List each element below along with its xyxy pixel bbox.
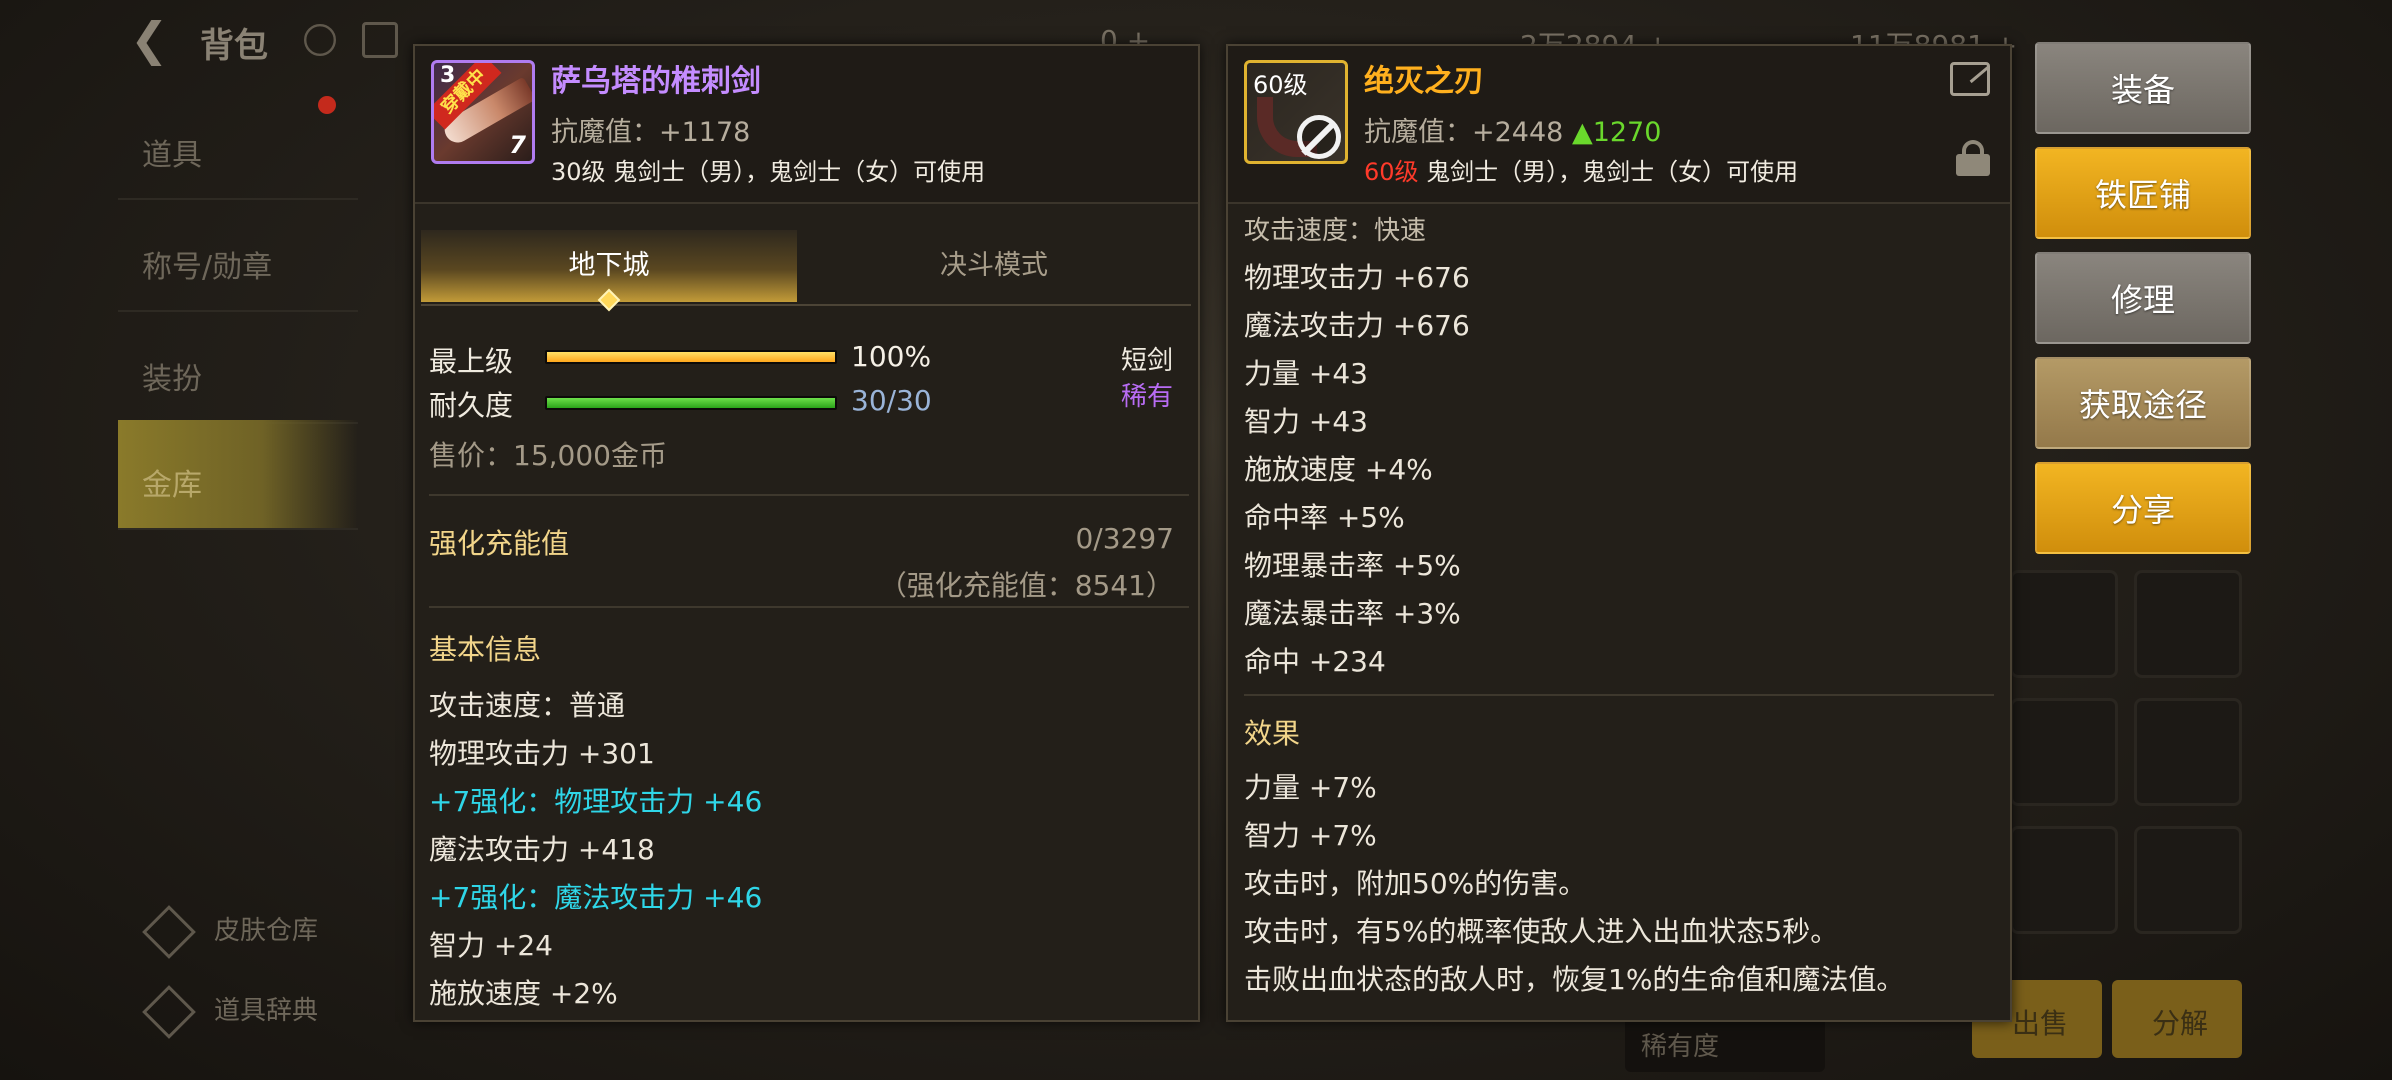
equip-button[interactable]: 装备	[2035, 42, 2251, 134]
stat-line: 物理攻击力 +676	[1244, 261, 1470, 294]
equipped-item-tooltip: 3 穿戴中 7 萨乌塔的椎刺剑 抗魔值：+1178 30级 鬼剑士（男），鬼剑士…	[413, 44, 1200, 1022]
effect-line: 智力 +7%	[1244, 819, 1377, 852]
item-header: 3 穿戴中 7 萨乌塔的椎刺剑 抗魔值：+1178 30级 鬼剑士（男），鬼剑士…	[415, 46, 1198, 204]
stat-line: 物理攻击力 +301	[429, 737, 655, 770]
tab-indicator-icon	[597, 288, 621, 312]
inventory-slot[interactable]	[2134, 698, 2242, 806]
inventory-grid	[2010, 570, 2250, 950]
required-classes: 鬼剑士（男），鬼剑士（女）可使用	[1418, 158, 1799, 186]
inventory-slot[interactable]	[2134, 826, 2242, 934]
lock-body	[1956, 154, 1990, 176]
divider	[429, 606, 1189, 608]
stat-line: 魔法攻击力 +676	[1244, 309, 1470, 342]
rarity-label: 稀有	[1121, 382, 1174, 412]
effect-line: 攻击时，附加50%的伤害。	[1244, 867, 1587, 900]
basic-info-title: 基本信息	[429, 633, 542, 666]
item-requirement: 60级 鬼剑士（男），鬼剑士（女）可使用	[1364, 152, 1798, 187]
charge-detail: （强化充能值：8541）	[878, 569, 1174, 602]
inventory-slot[interactable]	[2010, 826, 2118, 934]
tab-dungeon-label: 地下城	[568, 250, 650, 281]
split-button[interactable]: 分解	[2112, 980, 2242, 1058]
share-button[interactable]: 分享	[2035, 462, 2251, 554]
inventory-slot[interactable]	[2010, 570, 2118, 678]
diamond-help-icon[interactable]	[297, 17, 343, 63]
notification-dot	[318, 96, 336, 114]
item-dictionary-link[interactable]: 道具辞典	[142, 984, 319, 1039]
charge-value: 0/3297	[1075, 522, 1174, 555]
sidebar-item-titles[interactable]: 称号/勋章	[118, 202, 358, 312]
item-resist: 抗魔值：+2448 ▲1270	[1364, 110, 1661, 149]
stat-line: 魔法暴击率 +3%	[1244, 597, 1461, 630]
durability-value: 30/30	[851, 384, 932, 417]
stat-line: 命中率 +5%	[1244, 501, 1405, 534]
enhance-level: 7	[509, 131, 526, 159]
mode-tabs: 地下城 决斗模式	[421, 230, 1191, 312]
item-icon-level: 60级	[1253, 71, 1308, 99]
tab-duel[interactable]: 决斗模式	[797, 230, 1191, 302]
item-header: 60级 绝灭之刃 抗魔值：+2448 ▲1270 60级 鬼剑士（男），鬼剑士（…	[1228, 46, 2010, 204]
tab-dungeon[interactable]: 地下城	[421, 230, 797, 312]
stat-line: 施放速度 +4%	[1244, 453, 1433, 486]
item-dictionary-icon	[142, 984, 196, 1039]
skin-storage-link[interactable]: 皮肤仓库	[142, 904, 319, 959]
repair-button[interactable]: 修理	[2035, 252, 2251, 344]
resist-value: 抗魔值：+2448	[1364, 117, 1564, 148]
share-icon[interactable]	[1950, 62, 1990, 96]
item-name: 萨乌塔的椎刺剑	[551, 64, 761, 99]
stat-line: 攻击速度：快速	[1244, 216, 1427, 246]
durability-bar-fill	[547, 398, 835, 408]
stat-line: 物理暴击率 +5%	[1244, 549, 1461, 582]
book-icon[interactable]	[362, 22, 398, 58]
item-name: 绝灭之刃	[1364, 64, 1484, 99]
stat-line: 智力 +43	[1244, 405, 1368, 438]
sale-price: 售价：15,000金币	[429, 439, 667, 472]
effect-title: 效果	[1244, 717, 1301, 750]
lock-icon[interactable]	[1956, 140, 1990, 176]
stat-line: 施放速度 +2%	[429, 977, 618, 1010]
charge-title: 强化充能值	[429, 527, 570, 560]
grade-value: 100%	[851, 340, 932, 373]
enhance-stat-line: +7强化：魔法攻击力 +46	[429, 881, 763, 914]
page-title: 背包	[200, 26, 268, 66]
effect-line: 力量 +7%	[1244, 771, 1377, 804]
item-type: 短剑	[1121, 346, 1174, 376]
item-resist: 抗魔值：+1178	[551, 117, 751, 148]
effect-line: 攻击时，有5%的概率使敌人进入出血状态5秒。	[1244, 915, 1839, 948]
obtain-route-button[interactable]: 获取途径	[2035, 357, 2251, 449]
stat-line: 攻击速度：普通	[429, 689, 626, 722]
compare-item-tooltip: 60级 绝灭之刃 抗魔值：+2448 ▲1270 60级 鬼剑士（男），鬼剑士（…	[1226, 44, 2012, 1022]
item-dictionary-label: 道具辞典	[214, 996, 319, 1026]
inventory-sidebar: 道具 称号/勋章 装扮 金库	[118, 90, 358, 990]
sidebar-item-avatar[interactable]: 装扮	[118, 314, 358, 424]
durability-label: 耐久度	[429, 389, 514, 422]
skin-storage-label: 皮肤仓库	[214, 916, 319, 946]
stat-line: 命中 +234	[1244, 645, 1386, 678]
inventory-slot[interactable]	[2134, 570, 2242, 678]
grade-bar-fill	[547, 352, 835, 362]
stat-line: 力量 +43	[1244, 357, 1368, 390]
blade-item-icon: 60级	[1244, 60, 1348, 164]
divider	[1244, 694, 1994, 696]
required-level: 60级	[1364, 158, 1419, 186]
item-requirement: 30级 鬼剑士（男），鬼剑士（女）可使用	[551, 158, 986, 186]
sidebar-item-vault[interactable]: 金库	[118, 420, 358, 530]
stat-line: 魔法攻击力 +418	[429, 833, 655, 866]
sword-item-icon: 3 穿戴中 7	[431, 60, 535, 164]
effect-line: 击败出血状态的敌人时，恢复1%的生命值和魔法值。	[1244, 963, 1905, 996]
inventory-slot[interactable]	[2010, 698, 2118, 806]
blacksmith-button[interactable]: 铁匠铺	[2035, 147, 2251, 239]
grade-label: 最上级	[429, 345, 514, 378]
resist-diff: ▲1270	[1571, 117, 1662, 148]
unusable-ban-icon	[1297, 115, 1341, 159]
stat-line: 智力 +24	[429, 929, 553, 962]
durability-bar	[545, 396, 837, 410]
skin-storage-icon	[142, 904, 196, 959]
grade-bar	[545, 350, 837, 364]
enhance-stat-line: +7强化：物理攻击力 +46	[429, 785, 763, 818]
divider	[429, 494, 1189, 496]
back-arrow-icon[interactable]: ❮	[130, 12, 169, 66]
